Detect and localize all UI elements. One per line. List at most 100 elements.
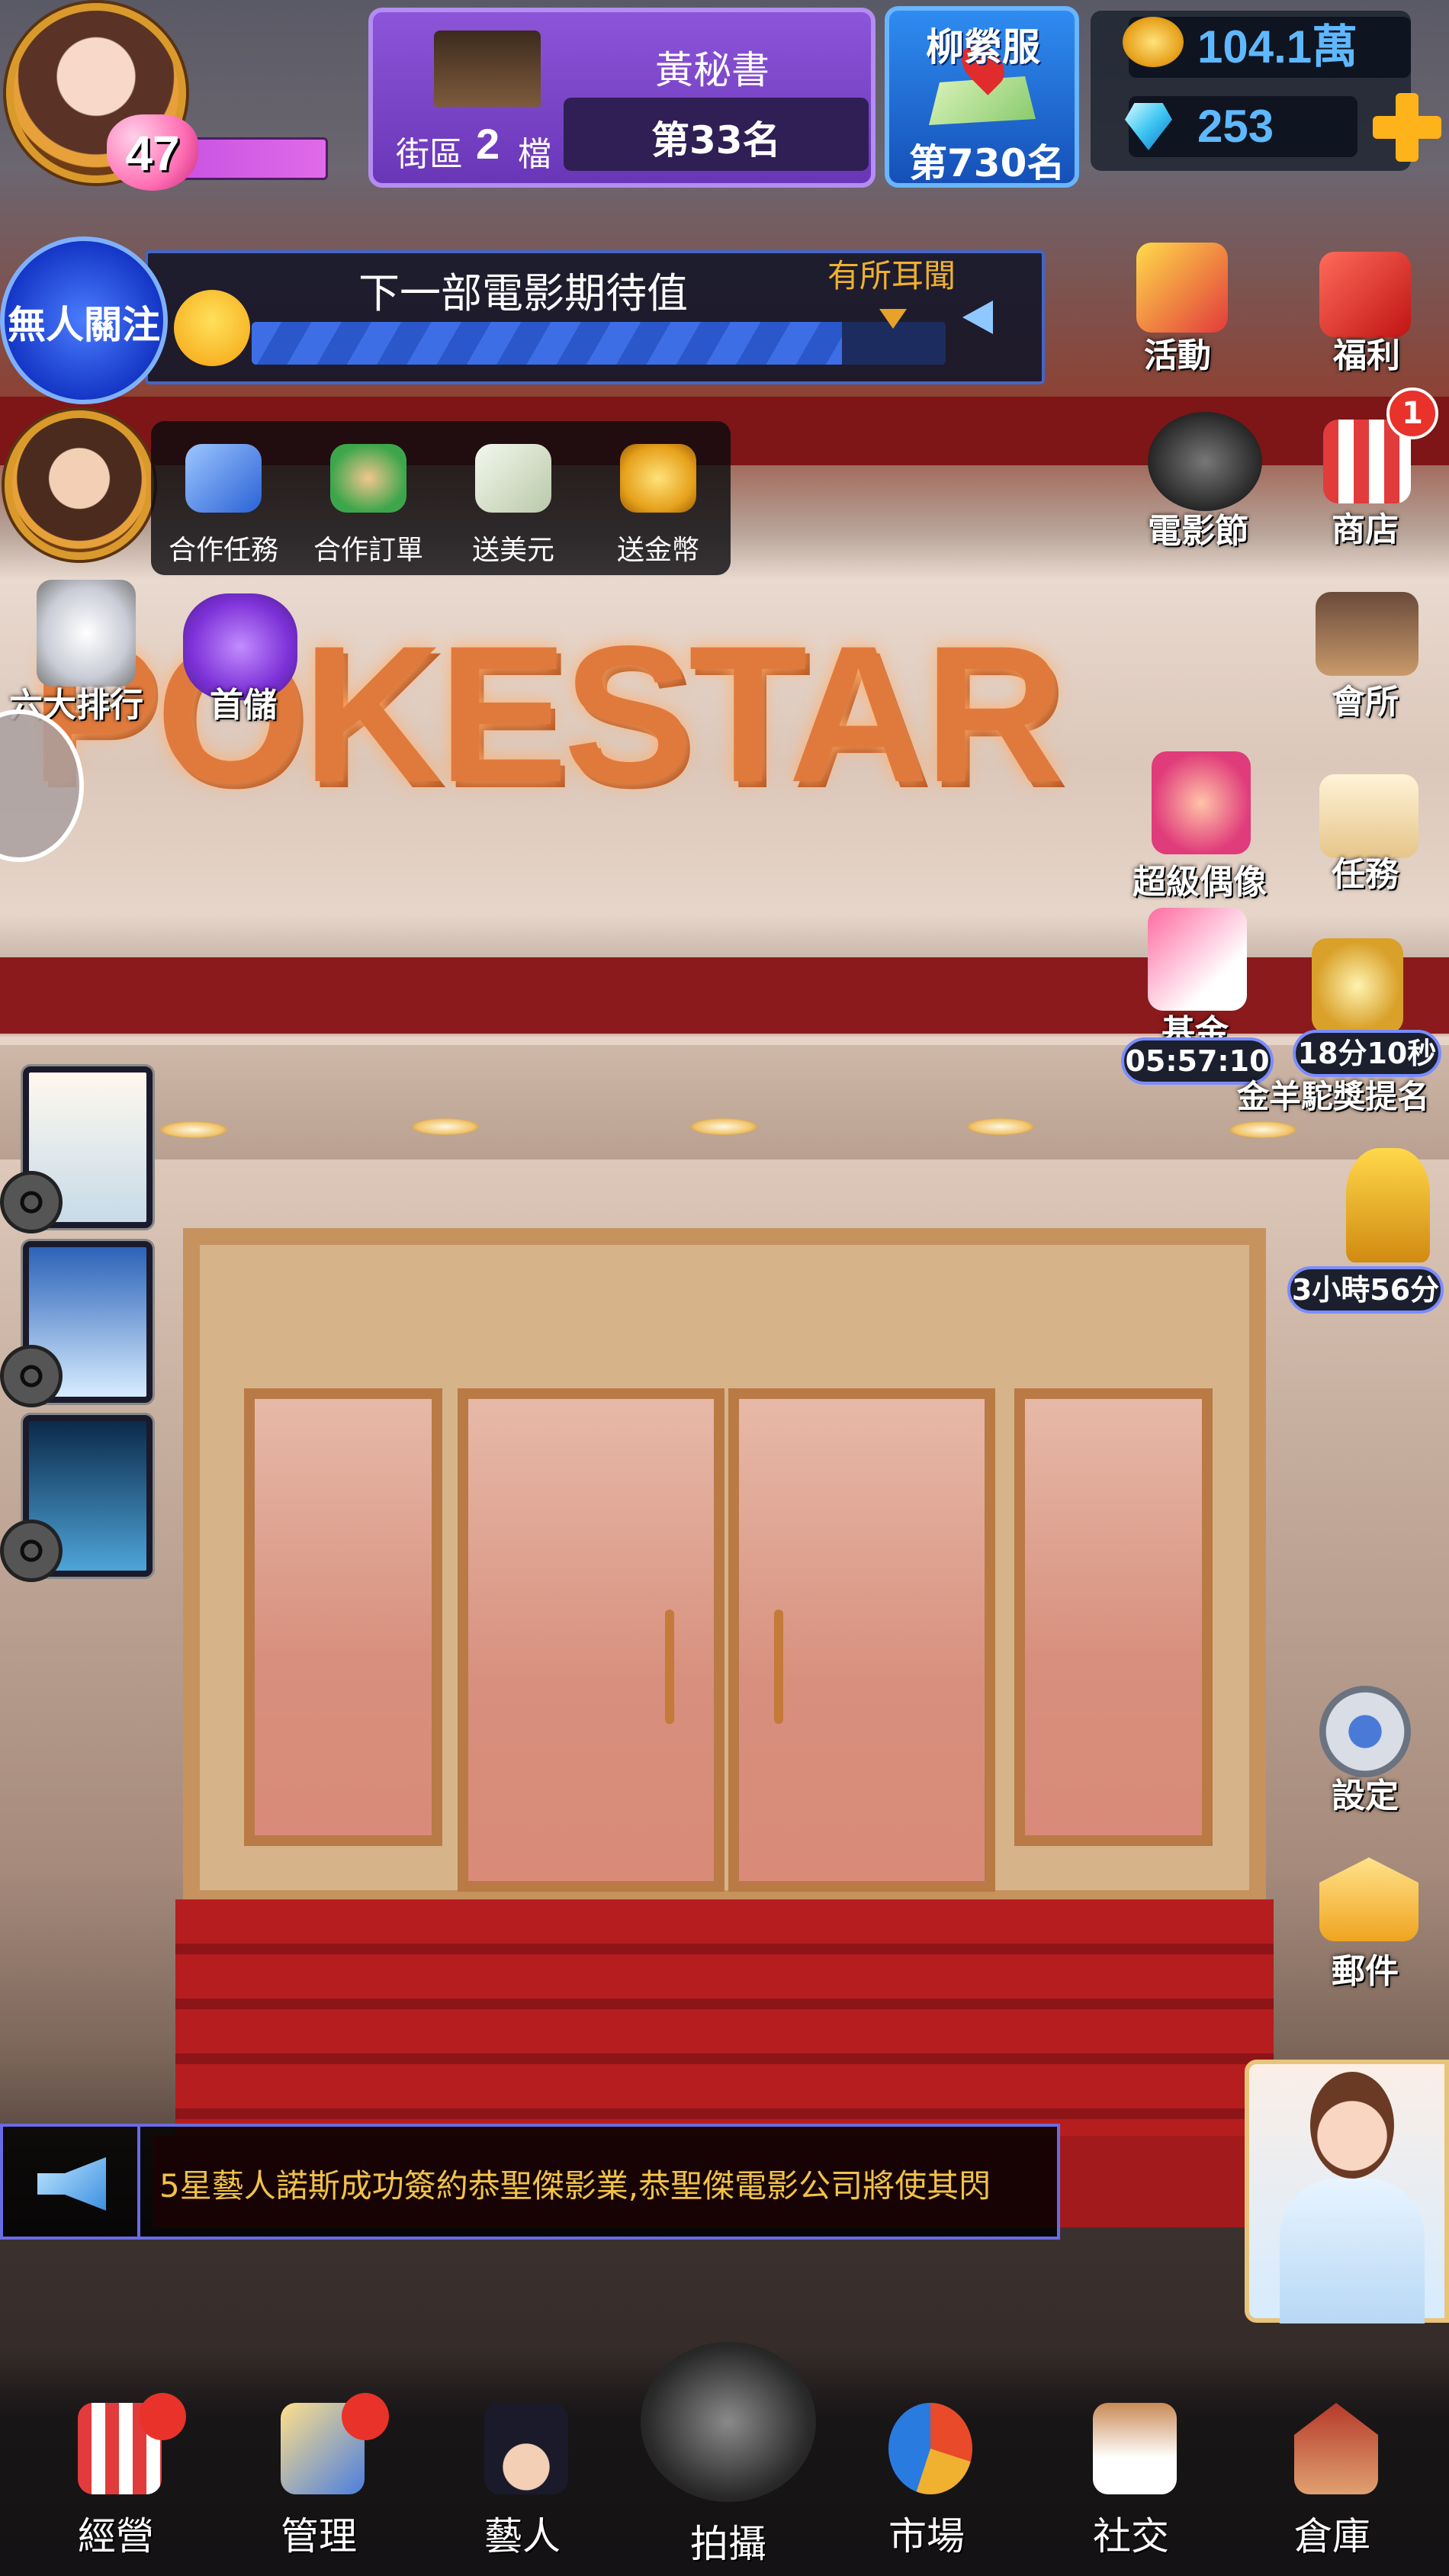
ceiling-light [160, 1121, 227, 1138]
ceiling-light [690, 1118, 757, 1135]
anticipation-level: 有所耳聞 [827, 257, 956, 294]
coop-order-button[interactable]: 合作訂單 [296, 421, 441, 575]
speaker-icon-box [3, 2127, 140, 2237]
film-reel-icon [0, 1345, 63, 1407]
red-gift-icon[interactable] [1319, 252, 1411, 337]
superidol-label[interactable]: 超級偶像 [1133, 854, 1267, 903]
pie-chart-icon [888, 2403, 972, 2494]
followers-badge[interactable]: 無人關注 [0, 236, 168, 404]
girl-dress [1280, 2179, 1425, 2324]
superidol-icon[interactable] [1152, 751, 1251, 854]
glass-door-right[interactable] [728, 1388, 995, 1892]
ranking-medal-icon[interactable] [37, 580, 136, 687]
nav-label: 市場 [888, 2514, 965, 2558]
news-ticker[interactable]: 5星藝人諾斯成功簽約恭聖傑影業,恭聖傑電影公司將使其閃 [0, 2124, 1060, 2240]
gems-value: 253 [1197, 101, 1274, 152]
clubhouse-icon[interactable] [1316, 592, 1418, 676]
gold-coin-icon [1123, 17, 1184, 67]
district-unit: 檔 [518, 135, 551, 174]
coop-task-button[interactable]: 合作任務 [151, 421, 296, 575]
film-reel-icon [0, 1520, 63, 1582]
assistant-girl-portrait[interactable] [1245, 2060, 1449, 2324]
ceiling-light [412, 1118, 479, 1135]
nav-label: 社交 [1093, 2514, 1169, 2558]
collapse-arrow-icon[interactable] [962, 301, 993, 334]
film-projector-icon[interactable] [1148, 412, 1262, 511]
cooperation-actions-panel: 合作任務 合作訂單 送美元 送金幣 [151, 421, 731, 575]
action-label: 送金幣 [616, 535, 699, 566]
server-rank-panel[interactable]: 柳縈服 第730名 [885, 6, 1079, 188]
film-camera-icon [641, 2342, 816, 2502]
shop-notification-badge: 1 [1386, 388, 1438, 439]
ceiling-light [967, 1118, 1034, 1135]
notification-dot [139, 2393, 186, 2440]
anticipation-title: 下一部電影期待值 [358, 269, 688, 317]
first-topup-label[interactable]: 首儲 [210, 677, 277, 726]
nav-warehouse[interactable]: 倉庫 [1264, 2395, 1401, 2571]
action-label: 合作任務 [168, 535, 278, 566]
gold-coins-icon [620, 444, 696, 513]
award-timer: 18分10秒 [1293, 1030, 1441, 1077]
action-label: 送美元 [471, 535, 554, 566]
film-festival-label[interactable]: 電影節 [1148, 503, 1248, 552]
warehouse-icon [1294, 2403, 1378, 2494]
player-level: 47 [125, 126, 180, 181]
film-reel-icon [0, 1171, 63, 1233]
events-label[interactable]: 活動 [1144, 328, 1211, 377]
studio-rank: 第33名 [651, 118, 781, 162]
studio-rank-panel[interactable]: 街區 2 檔 黃秘書 第33名 [368, 8, 876, 188]
secretary-name: 黃秘書 [655, 48, 769, 92]
gear-icon[interactable] [1319, 1686, 1411, 1777]
settings-label[interactable]: 設定 [1332, 1768, 1399, 1817]
trophy-timer: 3小時56分 [1287, 1266, 1444, 1314]
action-label: 合作訂單 [313, 535, 423, 566]
gift-box-icon[interactable] [1136, 243, 1228, 333]
club-label[interactable]: 會所 [1332, 674, 1399, 723]
nav-label: 拍攝 [690, 2522, 766, 2566]
send-dollars-button[interactable]: 送美元 [441, 421, 586, 575]
trophy-icon[interactable] [1346, 1148, 1430, 1262]
building-icon [434, 31, 541, 107]
scroll-task-icon[interactable] [1319, 774, 1418, 858]
coffee-cup-icon [1093, 2403, 1177, 2494]
megaphone-icon [37, 2157, 106, 2211]
send-gold-button[interactable]: 送金幣 [586, 421, 731, 575]
marker-triangle-icon [879, 309, 907, 329]
side-window-left [244, 1388, 442, 1846]
tasks-label[interactable]: 任務 [1332, 847, 1399, 896]
side-window-right [1014, 1388, 1213, 1846]
top-bar: 47 街區 2 檔 黃秘書 第33名 柳縈服 第730名 104.1萬 253 [0, 0, 1449, 191]
nav-label: 倉庫 [1294, 2514, 1370, 2558]
notification-dot [342, 2393, 389, 2440]
rising-chart-icon[interactable] [1148, 908, 1247, 1011]
server-rank: 第730名 [909, 141, 1065, 185]
shop-label[interactable]: 商店 [1332, 502, 1399, 551]
welfare-label[interactable]: 福利 [1333, 328, 1400, 377]
nav-label: 經營 [78, 2514, 154, 2558]
handshake-icon [185, 444, 262, 513]
ceiling-light [1229, 1121, 1296, 1138]
ticker-message: 5星藝人諾斯成功簽約恭聖傑影業,恭聖傑電影公司將使其閃 [159, 2167, 991, 2205]
server-name: 柳縈服 [926, 25, 1040, 69]
glass-door-left[interactable] [458, 1388, 724, 1892]
nav-label: 管理 [281, 2514, 357, 2558]
nav-market[interactable]: 市場 [858, 2395, 995, 2571]
agent-hat-icon [484, 2403, 568, 2494]
nav-artists[interactable]: 藝人 [454, 2395, 591, 2571]
nav-social[interactable]: 社交 [1062, 2395, 1200, 2571]
district-label: 街區 [396, 135, 463, 174]
manager-avatar[interactable] [5, 410, 154, 560]
coins-value: 104.1萬 [1197, 21, 1358, 72]
girl-head [1310, 2072, 1394, 2179]
mail-label[interactable]: 郵件 [1332, 1944, 1399, 1992]
dollar-bills-icon [475, 444, 551, 513]
award-nomination-label[interactable]: 金羊駝獎提名 [1237, 1071, 1429, 1118]
add-gems-button[interactable] [1373, 93, 1441, 162]
nav-label: 藝人 [484, 2514, 561, 2558]
district-number: 2 [476, 120, 500, 168]
anticipation-bar [252, 322, 946, 365]
door-handle [774, 1610, 783, 1724]
alpaca-award-icon[interactable] [1312, 938, 1403, 1034]
door-handle [665, 1610, 674, 1724]
nav-filming[interactable]: 拍攝 [625, 2342, 831, 2576]
